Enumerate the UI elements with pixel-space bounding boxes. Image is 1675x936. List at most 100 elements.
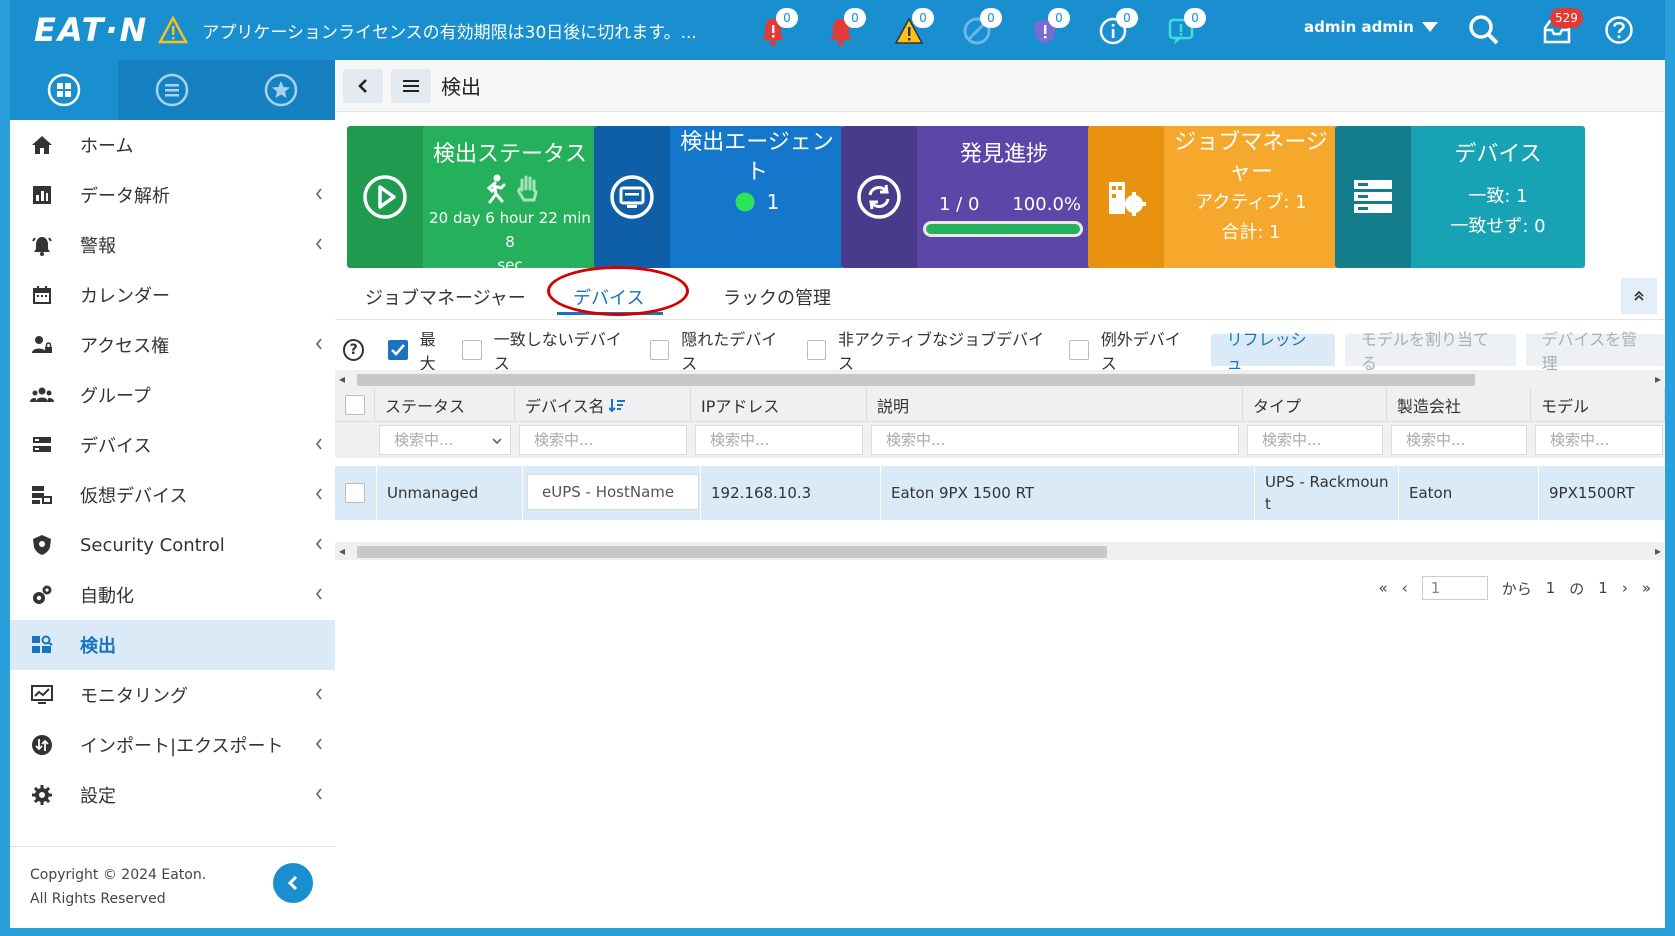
sidebar-item[interactable]: モニタリング	[10, 670, 335, 720]
message-alert-icon[interactable]: 0	[1160, 8, 1206, 52]
settings-icon	[30, 783, 54, 807]
sidebar-item[interactable]: 警報	[10, 220, 335, 270]
sidebar-item[interactable]: 設定	[10, 770, 335, 820]
sidebar-item[interactable]: 仮想デバイス	[10, 470, 335, 520]
col-manufacturer[interactable]: 製造会社	[1387, 388, 1531, 421]
row-checkbox[interactable]	[345, 483, 365, 503]
tab-modules[interactable]	[10, 60, 118, 120]
status-filter-placeholder: 検索中...	[394, 431, 454, 449]
card-body: ジョブマネージ ャー アクティブ: 1 合計: 1	[1164, 126, 1338, 268]
scroll-right-icon[interactable]: ▸	[1655, 370, 1661, 388]
grid-scrollbar-bottom[interactable]: ◂ ▸	[335, 542, 1665, 560]
scroll-thumb[interactable]	[357, 374, 1475, 386]
table-row[interactable]: Unmanaged eUPS - HostName 192.168.10.3 E…	[335, 466, 1665, 520]
refresh-button[interactable]: リフレッシュ	[1210, 330, 1336, 373]
row-type-line1: UPS - Rackmoun	[1265, 473, 1389, 491]
highlight-circle	[547, 266, 689, 316]
max-checkbox[interactable]	[388, 340, 408, 360]
sidebar-item[interactable]: 検出	[10, 620, 335, 670]
sidebar-item[interactable]: インポート|エクスポート	[10, 720, 335, 770]
bell-alarm-icon[interactable]: 0	[820, 8, 866, 52]
description-filter[interactable]: 検索中...	[871, 425, 1239, 455]
unmatched-checkbox[interactable]	[462, 340, 482, 360]
bell-critical-icon[interactable]: 0	[752, 8, 798, 52]
tab-favorites[interactable]	[226, 60, 335, 120]
page-input[interactable]: 1	[1421, 576, 1488, 600]
discovery-progress-card[interactable]: 発見進捗 1 / 0 100.0%	[841, 126, 1091, 268]
help-icon[interactable]: ?	[343, 339, 365, 361]
alarm-icon	[30, 233, 54, 257]
scroll-right-icon[interactable]: ▸	[1655, 542, 1661, 560]
hidden-checkbox[interactable]	[649, 340, 670, 360]
license-warning-text[interactable]: アプリケーションライセンスの有効期限は30日後に切れます。...	[202, 18, 696, 43]
tab-rack-management[interactable]: ラックの管理	[723, 284, 831, 310]
exception-checkbox[interactable]	[1069, 340, 1089, 360]
active-jobs: アクティブ: 1	[1195, 192, 1307, 213]
grid-scrollbar-top[interactable]: ◂ ▸	[335, 370, 1665, 388]
col-status[interactable]: ステータス	[375, 388, 515, 421]
job-manager-card[interactable]: ジョブマネージ ャー アクティブ: 1 合計: 1	[1088, 126, 1338, 268]
discovery-agent-card[interactable]: 検出エージェン ト 1	[594, 126, 844, 268]
prev-page-icon[interactable]: ‹	[1402, 579, 1408, 597]
inbox-icon[interactable]: 529	[1536, 8, 1583, 52]
sidebar-item[interactable]: アクセス権	[10, 320, 335, 370]
collapse-panel-button[interactable]	[1621, 278, 1657, 314]
notif-badge: 0	[1116, 8, 1138, 28]
ip-filter[interactable]: 検索中...	[695, 425, 863, 455]
inactive-checkbox[interactable]	[806, 340, 826, 360]
search-icon[interactable]	[1468, 14, 1500, 46]
user-menu[interactable]: admin admin	[1304, 18, 1438, 36]
back-button[interactable]	[343, 68, 383, 103]
next-page-icon[interactable]: ›	[1622, 579, 1628, 597]
info-icon[interactable]: 0	[1092, 8, 1138, 52]
disabled-icon[interactable]: 0	[956, 8, 1002, 52]
col-device-name[interactable]: デバイス名	[515, 388, 691, 421]
refresh-circle-icon	[857, 175, 901, 219]
home-icon	[30, 133, 54, 157]
grid-header: ステータス デバイス名 IPアドレス 説明 タイプ 製造会社 モデル	[335, 388, 1665, 422]
last-page-icon[interactable]: »	[1642, 579, 1651, 597]
first-page-icon[interactable]: «	[1379, 579, 1388, 597]
menu-button[interactable]	[391, 68, 431, 103]
col-description[interactable]: 説明	[867, 388, 1243, 421]
sort-icon[interactable]	[608, 398, 625, 412]
devices-card[interactable]: デバイス 一致: 1 一致せず: 0	[1335, 126, 1585, 268]
collapse-sidebar-button[interactable]	[273, 863, 313, 903]
chevron-left-icon	[358, 78, 367, 93]
sidebar-item[interactable]: デバイス	[10, 420, 335, 470]
help-icon[interactable]	[1604, 15, 1634, 45]
sidebar-item[interactable]: グループ	[10, 370, 335, 420]
page-header: 検出	[335, 60, 1665, 112]
main-content: 検出 検出ステータス 20 day 6 hour 22 min 8 sec 検出…	[335, 60, 1665, 928]
model-filter[interactable]: 検索中...	[1535, 425, 1663, 455]
manage-devices-button[interactable]: デバイスを管理	[1525, 330, 1665, 373]
row-device-name[interactable]: eUPS - HostName	[527, 474, 699, 510]
warning-icon[interactable]: 0	[888, 8, 934, 52]
status-filter-select[interactable]: 検索中...	[379, 425, 511, 455]
sidebar-item-label: 警報	[80, 236, 116, 257]
scroll-thumb[interactable]	[357, 546, 1107, 558]
scroll-left-icon[interactable]: ◂	[339, 542, 345, 560]
scroll-left-icon[interactable]: ◂	[339, 370, 345, 388]
total-jobs: 合計: 1	[1221, 222, 1281, 243]
discovery-status-card[interactable]: 検出ステータス 20 day 6 hour 22 min 8 sec	[347, 126, 597, 268]
tab-list[interactable]	[118, 60, 227, 120]
row-select-cell	[335, 466, 377, 520]
manufacturer-filter[interactable]: 検索中...	[1391, 425, 1527, 455]
sidebar-item[interactable]: データ解析	[10, 170, 335, 220]
sidebar-item[interactable]: 自動化	[10, 570, 335, 620]
assign-model-button[interactable]: モデルを割り当てる	[1345, 330, 1516, 373]
sidebar-item[interactable]: カレンダー	[10, 270, 335, 320]
device-name-filter[interactable]: 検索中...	[519, 425, 687, 455]
shield-alert-icon[interactable]: 0	[1024, 8, 1070, 52]
col-type[interactable]: タイプ	[1243, 388, 1387, 421]
sidebar-item[interactable]: ホーム	[10, 120, 335, 170]
col-ip-address[interactable]: IPアドレス	[691, 388, 867, 421]
col-model[interactable]: モデル	[1531, 388, 1665, 421]
select-all-checkbox[interactable]	[345, 394, 365, 415]
type-filter[interactable]: 検索中...	[1247, 425, 1383, 455]
chevron-left-icon	[315, 535, 323, 554]
tab-job-manager[interactable]: ジョブマネージャー	[365, 284, 526, 310]
sidebar-item[interactable]: Security Control	[10, 520, 335, 570]
shield-icon	[30, 533, 54, 557]
